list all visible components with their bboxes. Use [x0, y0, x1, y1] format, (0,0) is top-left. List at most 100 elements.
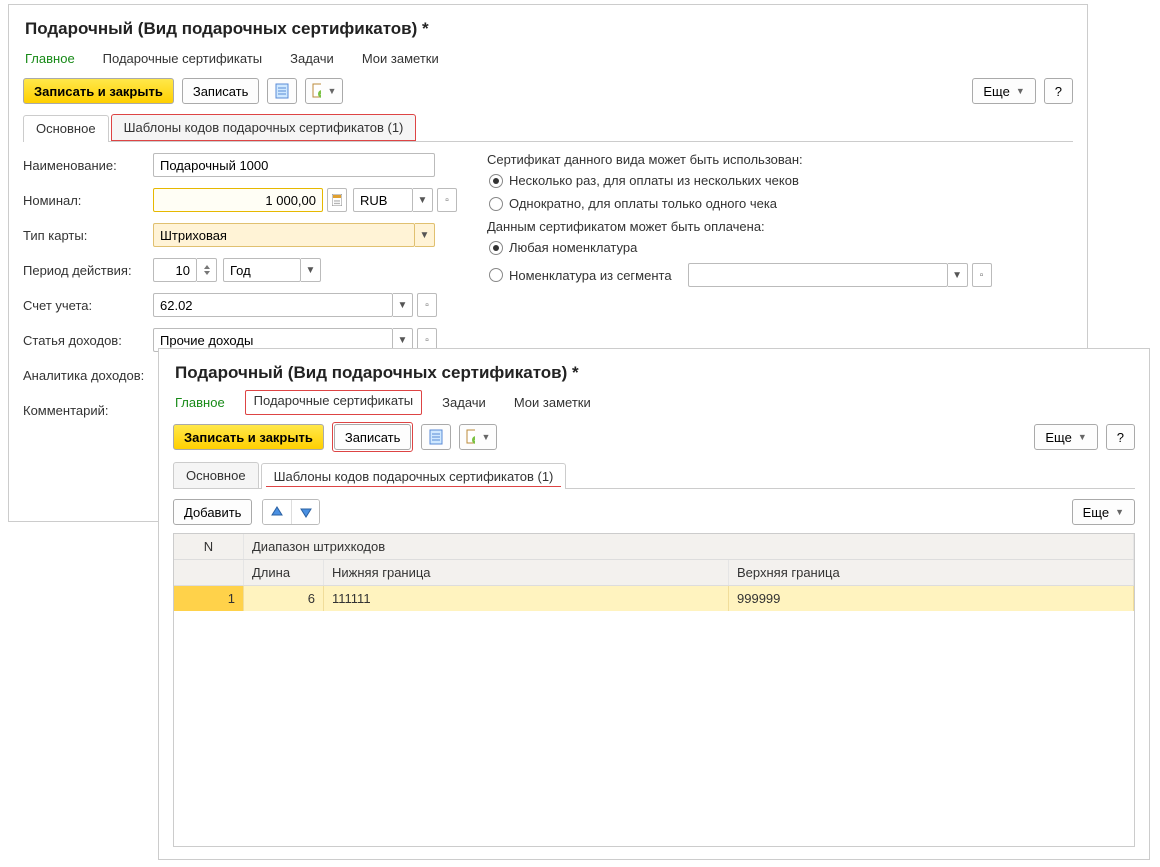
nav-tab-tasks[interactable]: Задачи: [442, 393, 486, 412]
chevron-down-icon: ▼: [481, 432, 490, 442]
segment-input[interactable]: [688, 263, 948, 287]
window-templates: Подарочный (Вид подарочных сертификатов)…: [158, 348, 1150, 860]
currency-open-button[interactable]: ▫: [437, 188, 457, 212]
use-opt2-label: Однократно, для оплаты только одного чек…: [509, 196, 777, 211]
subtabs: Основное Шаблоны кодов подарочных сертиф…: [23, 114, 1073, 142]
label-card-type: Тип карты:: [23, 228, 153, 243]
subtab-templates[interactable]: Шаблоны кодов подарочных сертификатов (1…: [111, 114, 417, 141]
label-period: Период действия:: [23, 263, 153, 278]
more-label: Еще: [1045, 430, 1071, 445]
chevron-down-icon: ▼: [1115, 507, 1124, 517]
report-icon-button[interactable]: [421, 424, 451, 450]
nav-tab-certs[interactable]: Подарочные сертификаты: [103, 49, 262, 68]
svg-text:+: +: [320, 92, 321, 99]
period-spinner[interactable]: [197, 258, 217, 282]
col-len: Длина: [244, 560, 324, 585]
table-toolbar: Добавить Еще ▼: [173, 499, 1135, 525]
save-button[interactable]: Записать: [182, 78, 260, 104]
subtab-basic[interactable]: Основное: [173, 462, 259, 488]
subtabs: Основное Шаблоны кодов подарочных сертиф…: [173, 462, 1135, 489]
svg-text:+: +: [474, 438, 475, 445]
col-n-sub: [174, 560, 244, 585]
nav-tab-notes[interactable]: Мои заметки: [514, 393, 591, 412]
move-down-button[interactable]: [291, 500, 319, 524]
window-title: Подарочный (Вид подарочных сертификатов)…: [25, 19, 1073, 39]
label-income-analytics: Аналитика доходов:: [23, 368, 153, 383]
currency-dropdown[interactable]: ▼: [413, 188, 433, 212]
calculator-icon[interactable]: [327, 188, 347, 212]
col-range: Диапазон штрихкодов: [244, 534, 1134, 559]
radio-icon: [489, 174, 503, 188]
more-button[interactable]: Еще ▼: [972, 78, 1035, 104]
currency-input[interactable]: [353, 188, 413, 212]
period-unit-input[interactable]: [223, 258, 301, 282]
attach-icon-button[interactable]: + ▼: [305, 78, 343, 104]
cell-len: 6: [244, 586, 324, 611]
chevron-down-icon: ▼: [1016, 86, 1025, 96]
account-dropdown[interactable]: ▼: [393, 293, 413, 317]
nav-tabs: Главное Подарочные сертификаты Задачи Мо…: [23, 49, 1073, 68]
nav-tabs: Главное Подарочные сертификаты Задачи Мо…: [173, 393, 1135, 412]
report-icon-button[interactable]: [267, 78, 297, 104]
toolbar: Записать и закрыть Записать + ▼ Еще ▼ ?: [173, 422, 1135, 452]
pay-caption: Данным сертификатом может быть оплачена:: [487, 219, 992, 234]
save-and-close-button[interactable]: Записать и закрыть: [173, 424, 324, 450]
table-row[interactable]: 1 6 111111 999999: [174, 586, 1134, 611]
nav-tab-main[interactable]: Главное: [25, 49, 75, 68]
name-input[interactable]: [153, 153, 435, 177]
pay-opt2-row[interactable]: Номенклатура из сегмента ▼ ▫: [489, 263, 992, 287]
subtab-basic[interactable]: Основное: [23, 115, 109, 142]
cell-low: 111111: [324, 586, 729, 611]
more-label: Еще: [983, 84, 1009, 99]
use-opt1-label: Несколько раз, для оплаты из нескольких …: [509, 173, 799, 188]
chevron-down-icon: ▼: [327, 86, 336, 96]
save-and-close-button[interactable]: Записать и закрыть: [23, 78, 174, 104]
segment-dropdown[interactable]: ▼: [948, 263, 968, 287]
use-caption: Сертификат данного вида может быть испол…: [487, 152, 992, 167]
help-button[interactable]: ?: [1106, 424, 1135, 450]
nav-tab-tasks[interactable]: Задачи: [290, 49, 334, 68]
window-title: Подарочный (Вид подарочных сертификатов)…: [175, 363, 1135, 383]
segment-open-button[interactable]: ▫: [972, 263, 992, 287]
use-opt2-row[interactable]: Однократно, для оплаты только одного чек…: [489, 196, 992, 211]
nav-tab-main[interactable]: Главное: [175, 393, 225, 412]
nav-tab-certs[interactable]: Подарочные сертификаты: [245, 390, 422, 415]
pay-opt1-label: Любая номенклатура: [509, 240, 637, 255]
barcode-grid: N Диапазон штрихкодов Длина Нижняя грани…: [173, 533, 1135, 847]
label-comment: Комментарий:: [23, 403, 153, 418]
save-button[interactable]: Записать: [334, 424, 412, 450]
attach-icon-button[interactable]: + ▼: [459, 424, 497, 450]
move-up-button[interactable]: [263, 500, 291, 524]
card-type-input[interactable]: [153, 223, 415, 247]
period-unit-dropdown[interactable]: ▼: [301, 258, 321, 282]
pay-opt1-row[interactable]: Любая номенклатура: [489, 240, 992, 255]
move-buttons: [262, 499, 320, 525]
toolbar: Записать и закрыть Записать + ▼ Еще ▼ ?: [23, 78, 1073, 104]
grid-empty-area: [174, 611, 1134, 846]
nav-tab-notes[interactable]: Мои заметки: [362, 49, 439, 68]
label-nominal: Номинал:: [23, 193, 153, 208]
col-n: N: [174, 534, 244, 559]
table-more-label: Еще: [1083, 505, 1109, 520]
help-button[interactable]: ?: [1044, 78, 1073, 104]
more-button[interactable]: Еще ▼: [1034, 424, 1097, 450]
subtab-templates[interactable]: Шаблоны кодов подарочных сертификатов (1…: [261, 463, 567, 489]
radio-icon: [489, 241, 503, 255]
radio-icon: [489, 268, 503, 282]
cell-n: 1: [174, 586, 244, 611]
col-low: Нижняя граница: [324, 560, 729, 585]
account-input[interactable]: [153, 293, 393, 317]
label-account: Счет учета:: [23, 298, 153, 313]
add-button[interactable]: Добавить: [173, 499, 252, 525]
label-name: Наименование:: [23, 158, 153, 173]
chevron-down-icon: ▼: [1078, 432, 1087, 442]
nominal-input[interactable]: [153, 188, 323, 212]
radio-icon: [489, 197, 503, 211]
table-more-button[interactable]: Еще ▼: [1072, 499, 1135, 525]
period-num-input[interactable]: [153, 258, 197, 282]
use-opt1-row[interactable]: Несколько раз, для оплаты из нескольких …: [489, 173, 992, 188]
card-type-dropdown[interactable]: ▼: [415, 223, 435, 247]
label-income-item: Статья доходов:: [23, 333, 153, 348]
account-open-button[interactable]: ▫: [417, 293, 437, 317]
pay-opt2-label: Номенклатура из сегмента: [509, 268, 672, 283]
